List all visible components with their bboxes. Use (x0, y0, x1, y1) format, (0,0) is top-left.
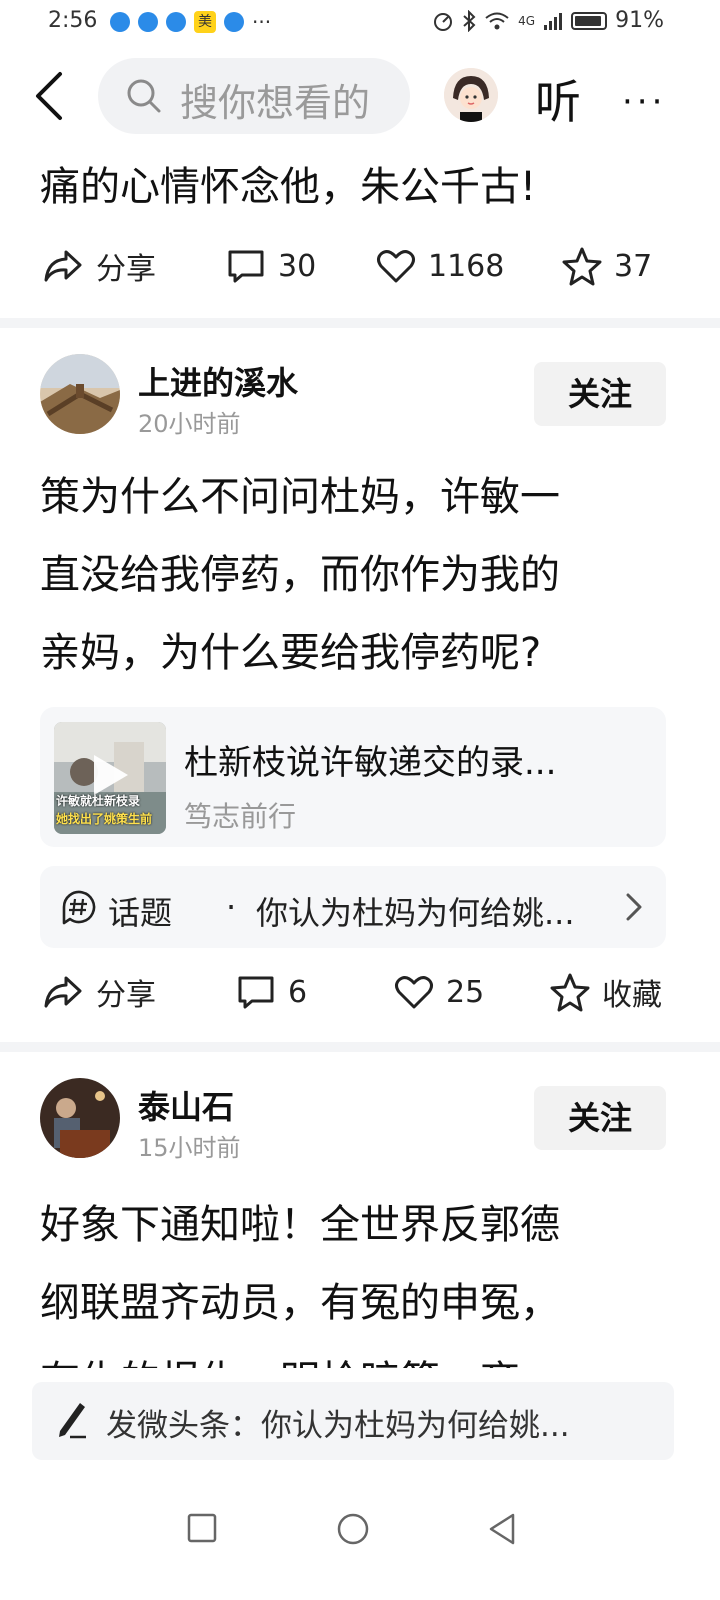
comment-button[interactable]: 6 (236, 973, 307, 1011)
post-text[interactable]: 策为什么不问问杜妈，许敏一 直没给我停药，而你作为我的 亲妈，为什么要给我停药呢… (40, 458, 680, 692)
status-notification-icons: 美 ··· (110, 10, 271, 34)
topic-hashtag-icon (62, 890, 96, 925)
recent-apps-icon[interactable] (186, 1512, 218, 1544)
listen-button[interactable]: 听 (535, 66, 581, 132)
comment-icon (228, 250, 264, 283)
post-time: 20小时前 (138, 410, 241, 438)
pen-icon (59, 1403, 86, 1439)
post-text-line: 直没给我停药，而你作为我的 (40, 552, 560, 598)
username[interactable]: 泰山石 (138, 1082, 234, 1128)
comment-count: 6 (288, 974, 308, 1010)
share-button[interactable]: 分享 (42, 970, 156, 1014)
post-time: 15小时前 (138, 1134, 241, 1162)
bluetooth-icon (463, 9, 476, 32)
post-divider (0, 318, 720, 328)
comment-icon (238, 976, 274, 1009)
app-notification-icon (110, 12, 130, 32)
user-avatar[interactable] (40, 354, 120, 434)
topic-separator: · (226, 888, 237, 926)
like-count: 25 (446, 974, 485, 1010)
network-type: 4G (518, 13, 536, 28)
topic-label: 话题 (108, 894, 173, 932)
app-notification-icon (224, 12, 244, 32)
star-icon (550, 973, 590, 1012)
post-text-line: 策为什么不问问杜妈，许敏一 (40, 474, 560, 520)
like-button[interactable]: 25 (394, 973, 484, 1011)
app-notification-icon (138, 12, 158, 32)
search-placeholder[interactable]: 搜你想看的 (180, 72, 370, 127)
post-actions-bar: 分享 30 1168 37 (0, 244, 720, 288)
follow-button[interactable]: 关注 (534, 1086, 666, 1150)
share-icon (44, 976, 82, 1008)
favorite-button[interactable]: 37 (562, 246, 652, 286)
speed-icon (434, 12, 453, 31)
favorite-label: 收藏 (602, 978, 662, 1013)
more-options-button[interactable]: ··· (622, 82, 666, 122)
favorite-count: 37 (614, 248, 653, 284)
signal-icon (544, 12, 563, 30)
heart-icon (395, 976, 433, 1009)
system-navigation-bar (0, 1480, 720, 1600)
ai-assistant-avatar[interactable] (444, 68, 498, 122)
status-time: 2:56 (48, 8, 98, 33)
wifi-icon (485, 12, 509, 29)
meituan-icon: 美 (194, 11, 216, 33)
home-icon[interactable] (336, 1512, 370, 1546)
battery-percent: 91% (615, 8, 664, 33)
comment-count: 30 (278, 248, 317, 284)
thumbnail-caption: 许敏就杜新枝录 (56, 794, 141, 808)
topic-text: 你认为杜妈为何给姚... (256, 894, 575, 932)
share-icon (44, 250, 82, 282)
share-label: 分享 (96, 978, 156, 1013)
more-notifications-indicator: ··· (252, 10, 272, 34)
battery-icon (571, 11, 608, 30)
username[interactable]: 上进的溪水 (138, 358, 298, 404)
post-text[interactable]: 好象下通知啦！全世界反郭德 纲联盟齐动员，有冤的申冤， 有仇的报仇，明枪暗箭，齐 (40, 1186, 680, 1368)
status-system-icons: 4G 91% (432, 8, 664, 33)
favorite-button[interactable]: 收藏 (550, 970, 662, 1014)
post-text-line: 有仇的报仇，明枪暗箭，齐 (40, 1342, 680, 1368)
app-notification-icon (166, 12, 186, 32)
post-text-line: 纲联盟齐动员，有冤的申冤， (40, 1280, 560, 1326)
chevron-right-icon (626, 893, 642, 921)
star-icon (562, 247, 602, 286)
heart-icon (377, 250, 415, 283)
post-text-line: 好象下通知啦！全世界反郭德 (40, 1202, 560, 1248)
user-avatar[interactable] (40, 1078, 120, 1158)
video-card[interactable]: 许敏就杜新枝录 她找出了姚策生前 杜新枝说许敏递交的录... 笃志前行 (40, 707, 666, 847)
video-title: 杜新枝说许敏递交的录... (184, 743, 557, 783)
topic-link[interactable]: 话题 · 你认为杜妈为何给姚... (40, 866, 666, 948)
post-text[interactable]: 痛的心情怀念他，朱公千古! (40, 148, 536, 226)
video-thumbnail: 许敏就杜新枝录 她找出了姚策生前 (54, 722, 166, 834)
thumbnail-caption: 她找出了姚策生前 (56, 812, 153, 826)
share-button[interactable]: 分享 (42, 244, 156, 288)
post-text-line: 亲妈，为什么要给我停药呢? (40, 630, 542, 676)
comment-button[interactable]: 30 (226, 247, 316, 285)
search-icon (127, 79, 161, 113)
post-actions-bar: 分享 6 25 收藏 (0, 970, 720, 1014)
back-nav-icon[interactable] (486, 1512, 518, 1546)
share-label: 分享 (96, 252, 156, 287)
status-bar: 2:56 美 ··· 4G 91% (0, 0, 720, 48)
post-divider (0, 1042, 720, 1052)
like-count: 1168 (428, 248, 505, 284)
compose-prompt[interactable]: 发微头条：你认为杜妈为何给姚... (106, 1400, 570, 1445)
follow-button[interactable]: 关注 (534, 362, 666, 426)
video-source: 笃志前行 (184, 800, 297, 833)
like-button[interactable]: 1168 (376, 247, 504, 285)
back-icon[interactable] (30, 68, 70, 124)
